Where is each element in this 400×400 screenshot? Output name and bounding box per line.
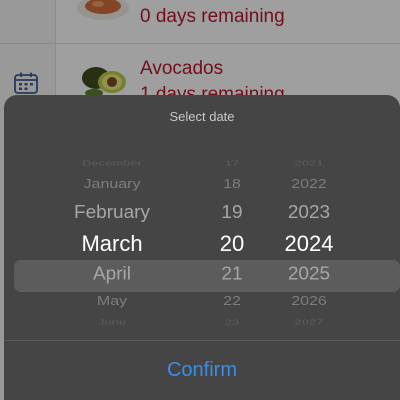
year-option[interactable]: 2027: [295, 318, 324, 326]
year-option[interactable]: 2022: [291, 178, 327, 192]
month-option[interactable]: February: [74, 203, 150, 224]
month-option[interactable]: April: [93, 265, 131, 286]
selection-highlight: [14, 260, 400, 292]
month-option[interactable]: June: [98, 318, 126, 326]
day-option[interactable]: 20: [220, 231, 244, 257]
year-option[interactable]: 2024: [285, 231, 334, 257]
month-option[interactable]: March: [81, 231, 142, 257]
year-option[interactable]: 2026: [291, 295, 327, 309]
day-option[interactable]: 21: [221, 265, 242, 286]
year-option[interactable]: 2021: [295, 159, 324, 167]
day-option[interactable]: 19: [221, 203, 242, 224]
month-option[interactable]: December: [82, 159, 142, 167]
month-option[interactable]: May: [97, 295, 127, 309]
day-option[interactable]: 17: [225, 159, 239, 167]
month-option[interactable]: January: [84, 178, 141, 192]
year-option[interactable]: 2025: [288, 265, 330, 286]
day-option[interactable]: 18: [223, 178, 241, 192]
picker-title: Select date: [169, 109, 235, 124]
day-option[interactable]: 23: [225, 318, 239, 326]
date-wheel[interactable]: December January February March April May June…: [4, 139, 400, 365]
date-picker-sheet: Select date December January February March…: [4, 95, 400, 400]
year-option[interactable]: 2023: [288, 203, 330, 224]
confirm-button[interactable]: Confirm: [4, 341, 400, 400]
day-option[interactable]: 22: [223, 295, 241, 309]
